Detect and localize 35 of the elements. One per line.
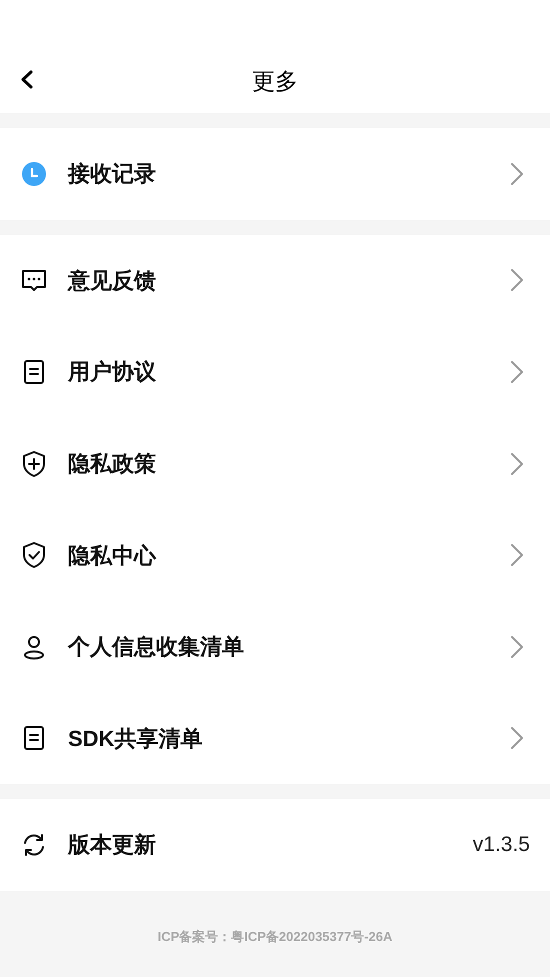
page-title: 更多 (252, 70, 298, 93)
shield-plus-icon (22, 450, 46, 478)
chevron-right-icon (510, 162, 524, 186)
menu-label: 版本更新 (68, 831, 157, 860)
menu-label: 个人信息收集清单 (68, 633, 245, 662)
icp-notice: ICP备案号：粤ICP备2022035377号-26A (158, 928, 392, 946)
menu-item[interactable]: 隐私政策 (0, 418, 550, 510)
document-icon (23, 358, 45, 385)
version-number: v1.3.5 (472, 832, 530, 858)
chevron-right-icon (510, 360, 524, 384)
menu-item[interactable]: 用户协议 (0, 326, 550, 418)
chevron-right-icon (510, 726, 524, 750)
menu-label: 隐私政策 (68, 450, 157, 478)
refresh-icon (21, 832, 47, 858)
menu-label: 接收记录 (68, 160, 157, 188)
document-icon (23, 725, 45, 752)
menu-item[interactable]: 版本更新 v1.3.5 (0, 799, 550, 891)
menu-label: 意见反馈 (68, 266, 157, 295)
chevron-right-icon (510, 268, 524, 292)
chat-icon (20, 268, 48, 292)
shield-check-icon (22, 541, 46, 570)
person-icon (22, 634, 46, 660)
menu-item[interactable]: 意见反馈 (0, 234, 550, 326)
menu-label: 隐私中心 (68, 542, 158, 570)
back-icon[interactable] (20, 70, 34, 89)
clock-icon (22, 162, 46, 186)
chevron-right-icon (510, 543, 524, 568)
menu-item[interactable]: 个人信息收集清单 (0, 600, 550, 693)
menu-label: SDK共享清单 (68, 724, 204, 753)
menu-item[interactable]: 隐私中心 (0, 509, 550, 601)
menu-item[interactable]: SDK共享清单 (0, 692, 550, 784)
chevron-right-icon (510, 452, 524, 476)
menu-item[interactable]: 接收记录 (0, 128, 550, 220)
menu-label: 用户协议 (68, 358, 157, 386)
chevron-right-icon (510, 634, 524, 659)
